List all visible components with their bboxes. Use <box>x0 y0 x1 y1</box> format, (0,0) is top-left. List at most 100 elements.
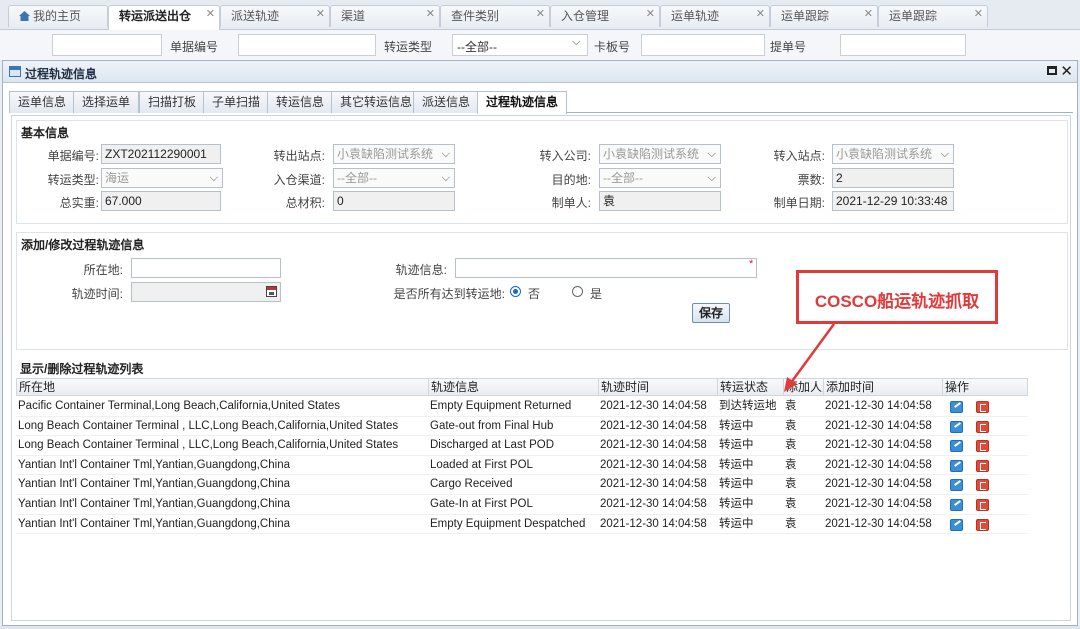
edit-icon[interactable] <box>950 420 963 433</box>
column-adder[interactable]: 添加人 <box>784 379 824 396</box>
column-actions: 操作 <box>945 380 970 394</box>
create-date-field: 2021-12-29 10:33:48 <box>832 191 954 211</box>
edit-icon[interactable] <box>950 479 963 492</box>
table-row[interactable]: Yantian Int'l Container Tml,Yantian,Guan… <box>16 495 1028 515</box>
tab-waybill-info[interactable]: 运单信息 <box>9 91 76 113</box>
column-added-time[interactable]: 添加时间 <box>824 379 943 396</box>
edit-icon[interactable] <box>950 440 963 453</box>
top-tab-transfer-out[interactable]: 转运派送出仓 ✕ <box>108 5 220 30</box>
edit-icon[interactable] <box>950 401 963 413</box>
column-status[interactable]: 转运状态 <box>718 379 784 396</box>
doc-no-label: 单据编号: <box>47 149 99 163</box>
in-station-select[interactable]: 小袁缺陷测试系统 ⌵ <box>832 144 954 164</box>
cell-adder: 袁 <box>785 400 797 412</box>
volume-field: 0 <box>333 191 455 211</box>
tab-sub-scan[interactable]: 子单扫描 <box>203 91 270 113</box>
delete-icon[interactable] <box>976 401 989 413</box>
maximize-icon[interactable] <box>1047 66 1057 75</box>
close-icon[interactable]: ✕ <box>316 4 325 24</box>
transfer-type-select[interactable]: 海运 ⌵ <box>101 168 223 188</box>
track-time-input[interactable] <box>131 282 281 302</box>
top-tab-channel[interactable]: 渠道 ✕ <box>330 5 440 27</box>
delete-icon[interactable] <box>976 420 989 433</box>
close-icon[interactable]: ✕ <box>864 4 873 24</box>
bg-field-empty[interactable] <box>52 34 162 56</box>
cell-adder: 袁 <box>785 458 797 471</box>
edit-icon[interactable] <box>950 499 963 511</box>
creator-field: 袁 <box>599 191 721 211</box>
dialog-header: 过程轨迹信息 ✕ <box>3 61 1077 83</box>
cell-adder: 袁 <box>785 478 797 491</box>
tab-delivery-info[interactable]: 派送信息 <box>413 91 480 113</box>
close-icon[interactable]: ✕ <box>426 4 435 24</box>
top-tab-inbound[interactable]: 入仓管理 ✕ <box>550 5 660 27</box>
save-button[interactable]: 保存 <box>692 303 731 323</box>
weight-field: 67.000 <box>101 191 221 211</box>
transfer-type-value: --全部-- <box>457 40 497 54</box>
location-input[interactable] <box>131 258 281 278</box>
column-location[interactable]: 所在地 <box>17 379 429 396</box>
close-icon[interactable]: ✕ <box>756 4 765 24</box>
in-company-select[interactable]: 小袁缺陷测试系统 ⌵ <box>599 144 721 164</box>
radio-yes[interactable] <box>572 286 583 297</box>
table-row[interactable]: Yantian Int'l Container Tml,Yantian,Guan… <box>16 475 1028 495</box>
track-info-input[interactable] <box>455 258 757 278</box>
close-icon[interactable]: ✕ <box>1060 62 1073 80</box>
table-row[interactable]: Long Beach Container Terminal , LLC,Long… <box>16 417 1028 437</box>
close-icon[interactable]: ✕ <box>646 4 655 24</box>
board-no-input[interactable] <box>641 34 765 56</box>
required-marker: * <box>749 258 754 270</box>
destination-value: --全部-- <box>603 171 643 185</box>
top-tab-waybill-follow-2[interactable]: 运单跟踪 ✕ <box>878 5 988 27</box>
in-company-label: 转入公司: <box>539 149 591 163</box>
edit-icon[interactable] <box>950 518 963 531</box>
cell-track-time: 2021-12-30 14:04:58 <box>600 517 707 530</box>
tab-scan-board[interactable]: 扫描打板 <box>139 91 206 113</box>
cell-track-info: Discharged at Last POD <box>430 439 555 452</box>
cell-track-info: Empty Equipment Returned <box>430 400 572 412</box>
radio-yes-label: 是 <box>590 287 603 301</box>
radio-no[interactable] <box>510 286 521 297</box>
delete-icon[interactable] <box>976 479 989 492</box>
table-row[interactable]: Yantian Int'l Container Tml,Yantian,Guan… <box>16 456 1028 476</box>
doc-no-input[interactable] <box>238 34 376 56</box>
cell-status: 转运中 <box>719 439 754 452</box>
channel-select[interactable]: --全部-- ⌵ <box>333 168 455 188</box>
delete-icon[interactable] <box>976 499 989 511</box>
radio-no-label: 否 <box>528 287 541 301</box>
top-tab-label: 入仓管理 <box>561 9 610 23</box>
close-icon[interactable]: ✕ <box>206 4 215 24</box>
column-track-info[interactable]: 轨迹信息 <box>429 379 599 396</box>
dialog-title: 过程轨迹信息 <box>25 67 98 81</box>
top-tab-query-category[interactable]: 查件类别 ✕ <box>440 5 550 27</box>
destination-select[interactable]: --全部-- ⌵ <box>599 168 721 188</box>
cell-status: 转运中 <box>719 478 754 491</box>
top-tab-home[interactable]: 我的主页 <box>8 5 108 27</box>
top-tab-waybill-track[interactable]: 运单轨迹 ✕ <box>660 5 770 27</box>
doc-no-field: ZXT202112290001 <box>101 144 221 164</box>
calendar-icon[interactable] <box>266 286 277 297</box>
table-row[interactable]: Long Beach Container Terminal , LLC,Long… <box>16 436 1028 456</box>
top-tab-delivery-track[interactable]: 派送轨迹 ✕ <box>220 5 330 27</box>
tab-select-waybill[interactable]: 选择运单 <box>73 91 140 113</box>
tab-process-track[interactable]: 过程轨迹信息 <box>477 91 568 114</box>
delete-icon[interactable] <box>976 518 989 531</box>
bill-no-input[interactable] <box>840 34 966 56</box>
top-tab-waybill-follow[interactable]: 运单跟踪 ✕ <box>770 5 878 27</box>
volume-label: 总材积: <box>285 196 325 210</box>
tab-other-transfer[interactable]: 其它转运信息 <box>331 91 422 113</box>
edit-icon[interactable] <box>950 459 963 472</box>
cell-added-time: 2021-12-30 14:04:58 <box>825 498 932 510</box>
channel-value: --全部-- <box>337 171 377 185</box>
close-icon[interactable]: ✕ <box>974 4 983 24</box>
out-station-select[interactable]: 小袁缺陷测试系统 ⌵ <box>333 144 455 164</box>
table-row[interactable]: Yantian Int'l Container Tml,Yantian,Guan… <box>16 515 1028 535</box>
tab-transfer-info[interactable]: 转运信息 <box>267 91 334 113</box>
cell-status: 到达转运地 <box>719 400 777 412</box>
close-icon[interactable]: ✕ <box>536 4 545 24</box>
votes-field: 2 <box>832 168 954 188</box>
table-row[interactable]: Pacific Container Terminal,Long Beach,Ca… <box>16 397 1028 417</box>
column-track-time[interactable]: 轨迹时间 <box>599 379 718 396</box>
delete-icon[interactable] <box>976 459 989 472</box>
delete-icon[interactable] <box>976 440 989 453</box>
